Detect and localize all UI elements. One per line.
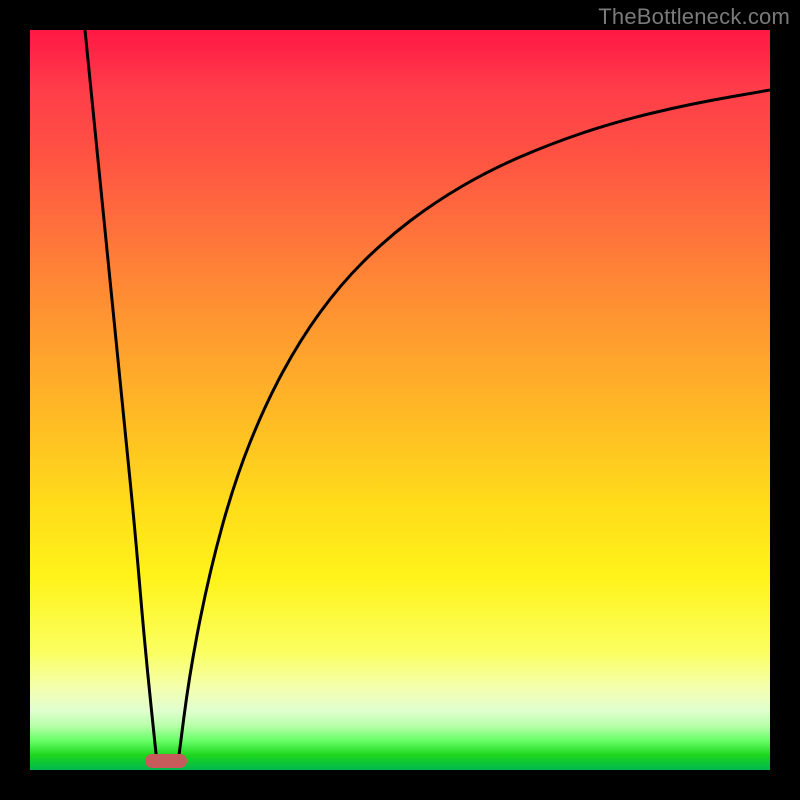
curve-layer	[30, 30, 770, 770]
chart-stage: TheBottleneck.com	[0, 0, 800, 800]
watermark-text: TheBottleneck.com	[598, 4, 790, 30]
optimum-marker	[145, 754, 187, 768]
plot-area	[30, 30, 770, 770]
curve-left-branch	[85, 30, 157, 763]
curve-right-branch	[178, 90, 770, 763]
